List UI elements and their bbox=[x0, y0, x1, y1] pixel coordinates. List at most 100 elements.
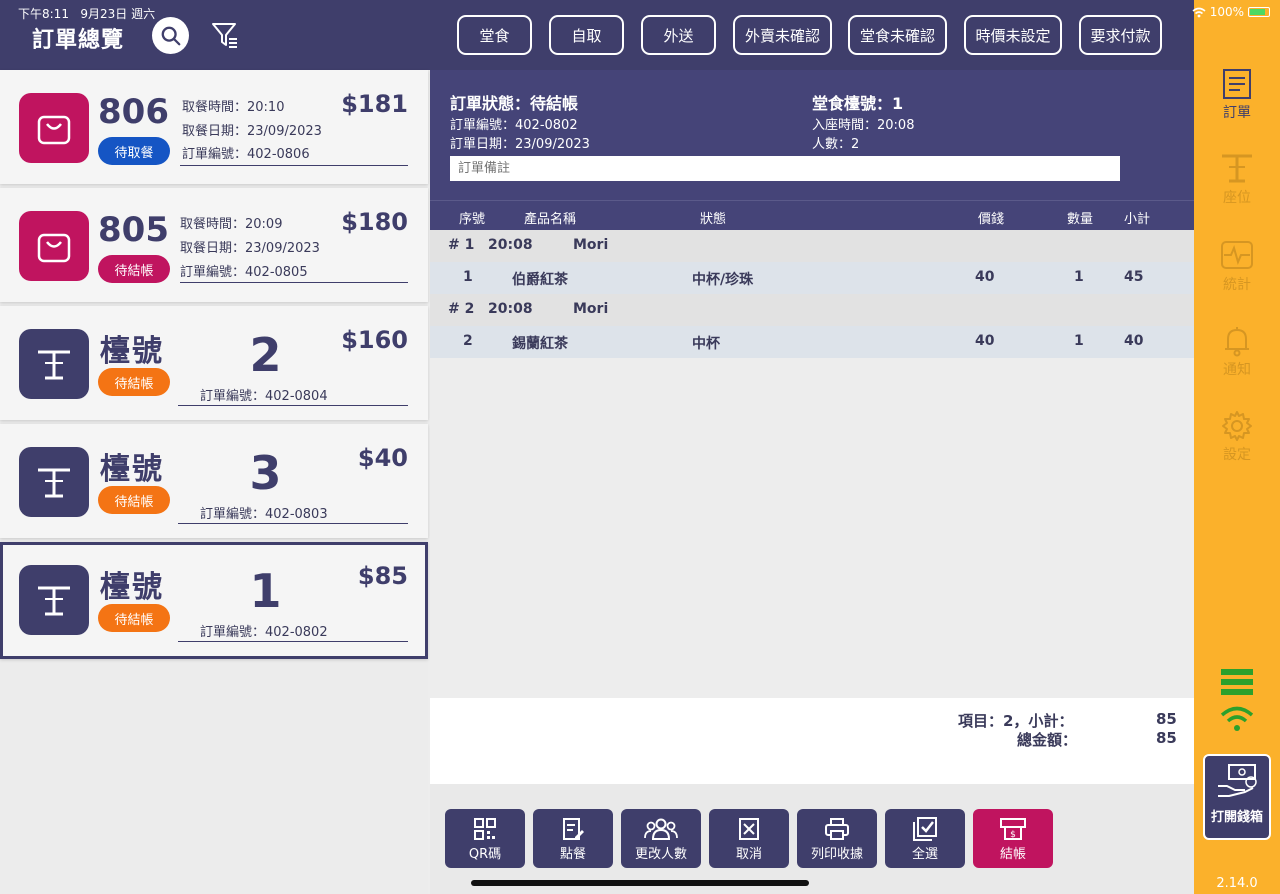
nav-seats-label: 座位 bbox=[1223, 190, 1251, 206]
pickup-date: 取餐日期：23/09/2023 bbox=[180, 241, 320, 256]
pickup-date: 取餐日期：23/09/2023 bbox=[182, 124, 322, 139]
people-icon bbox=[644, 818, 678, 840]
group-time: 20:08 bbox=[488, 301, 533, 317]
search-icon bbox=[161, 26, 180, 45]
order-amount: $181 bbox=[341, 90, 408, 118]
table-icon bbox=[19, 447, 89, 517]
status-badge: 待結帳 bbox=[98, 604, 170, 632]
divider bbox=[178, 405, 408, 406]
nav-settings[interactable]: 設定 bbox=[1194, 410, 1280, 464]
checkout-button[interactable]: $ 結帳 bbox=[973, 809, 1053, 868]
filter-dine-in-button[interactable]: 堂食 bbox=[457, 15, 532, 55]
change-people-label: 更改人數 bbox=[634, 847, 687, 862]
order-list: 806 待取餐 取餐時間：20:10 取餐日期：23/09/2023 訂單編號：… bbox=[0, 70, 428, 894]
status-indicators: 100% bbox=[1192, 5, 1270, 19]
nav-stats[interactable]: 統計 bbox=[1194, 240, 1280, 294]
checkout-register-icon: $ bbox=[1000, 818, 1026, 840]
nav-orders[interactable]: 訂單 bbox=[1194, 68, 1280, 122]
order-note-input[interactable] bbox=[450, 156, 1120, 181]
print-receipt-button[interactable]: 列印收據 bbox=[797, 809, 877, 868]
subtotal-value: 85 bbox=[1156, 710, 1177, 728]
group-staff: Mori bbox=[573, 301, 609, 317]
order-card-table-1[interactable]: 檯號 待結帳 1 訂單編號：402-0802 $85 bbox=[0, 542, 428, 659]
item-seq: 2 bbox=[463, 333, 473, 349]
order-id: 訂單編號：402-0804 bbox=[200, 389, 328, 404]
col-status: 狀態 bbox=[700, 212, 727, 227]
nav-seats[interactable]: 座位 bbox=[1194, 153, 1280, 207]
order-detail-header: 訂單狀態：待結帳 訂單編號：402-0802 訂單日期：23/09/2023 堂… bbox=[430, 70, 1194, 200]
order-id: 訂單編號：402-0806 bbox=[182, 147, 310, 162]
battery-text: 100% bbox=[1209, 5, 1244, 19]
wifi-connection-icon bbox=[1220, 706, 1254, 731]
filter-pickup-button[interactable]: 自取 bbox=[549, 15, 624, 55]
status-badge: 待結帳 bbox=[98, 486, 170, 514]
order-amount: $160 bbox=[341, 326, 408, 354]
nav-stats-label: 統計 bbox=[1223, 277, 1251, 293]
item-subtotal: 45 bbox=[1124, 269, 1144, 285]
col-qty: 數量 bbox=[1067, 212, 1094, 227]
printer-icon bbox=[825, 818, 849, 840]
order-card-table-2[interactable]: 檯號 待結帳 2 訂單編號：402-0804 $160 bbox=[0, 306, 428, 420]
filter-dinein-unconfirmed-button[interactable]: 堂食未確認 bbox=[848, 15, 947, 55]
order-card-table-3[interactable]: 檯號 待結帳 3 訂單編號：402-0803 $40 bbox=[0, 424, 428, 538]
col-seq: 序號 bbox=[459, 212, 486, 227]
filter-takeout-unconfirmed-button[interactable]: 外賣未確認 bbox=[733, 15, 832, 55]
order-amount: $85 bbox=[357, 562, 408, 590]
order-food-button[interactable]: 點餐 bbox=[533, 809, 613, 868]
col-subtotal: 小計 bbox=[1124, 212, 1151, 227]
order-card-806[interactable]: 806 待取餐 取餐時間：20:10 取餐日期：23/09/2023 訂單編號：… bbox=[0, 70, 428, 184]
status-time: 下午8:11 9月23日 週六 bbox=[18, 5, 155, 22]
table-number: 2 bbox=[249, 328, 282, 382]
order-group-row: # 1 20:08 Mori bbox=[430, 230, 1194, 262]
qr-code-button[interactable]: QR碼 bbox=[445, 809, 525, 868]
order-number: 805 bbox=[98, 210, 169, 250]
item-price: 40 bbox=[975, 269, 995, 285]
order-card-805[interactable]: 805 待結帳 取餐時間：20:09 取餐日期：23/09/2023 訂單編號：… bbox=[0, 188, 428, 302]
detail-table-number: 堂食檯號：1 bbox=[812, 94, 904, 113]
home-indicator[interactable] bbox=[471, 880, 809, 886]
cancel-order-button[interactable]: 取消 bbox=[709, 809, 789, 868]
pickup-time: 取餐時間：20:09 bbox=[180, 217, 283, 232]
table-icon bbox=[19, 565, 89, 635]
table-icon bbox=[19, 329, 89, 399]
detail-people-count: 人數：2 bbox=[812, 137, 860, 152]
filter-button[interactable] bbox=[210, 20, 240, 50]
nav-notifications[interactable]: 通知 bbox=[1194, 325, 1280, 379]
select-all-label: 全選 bbox=[911, 847, 938, 862]
qr-code-label: QR碼 bbox=[468, 847, 502, 862]
table-number: 3 bbox=[249, 446, 282, 500]
item-seq: 1 bbox=[463, 269, 473, 285]
item-subtotal: 40 bbox=[1124, 333, 1144, 349]
svg-text:$: $ bbox=[1010, 830, 1016, 840]
divider bbox=[180, 165, 408, 166]
items-subtotal-label: 項目：2，小計： bbox=[958, 712, 1074, 730]
order-item-row[interactable]: 2 錫蘭紅茶 中杯 40 1 40 bbox=[430, 326, 1194, 358]
order-id: 訂單編號：402-0805 bbox=[180, 265, 308, 280]
qr-code-icon bbox=[474, 818, 496, 840]
app-version: 2.14.0 bbox=[1216, 876, 1258, 891]
table-label: 檯號 bbox=[100, 570, 164, 605]
item-price: 40 bbox=[975, 333, 995, 349]
search-button[interactable] bbox=[152, 17, 189, 54]
wifi-status-icon bbox=[1192, 7, 1206, 17]
gear-icon bbox=[1222, 411, 1252, 441]
filter-price-unset-button[interactable]: 時價未設定 bbox=[964, 15, 1062, 55]
change-people-button[interactable]: 更改人數 bbox=[621, 809, 701, 868]
status-time-text: 下午8:11 bbox=[18, 7, 69, 21]
server-status-icon bbox=[1221, 669, 1253, 695]
select-all-icon bbox=[913, 817, 937, 841]
order-item-row[interactable]: 1 伯爵紅茶 中杯/珍珠 40 1 45 bbox=[430, 262, 1194, 294]
orders-icon bbox=[1223, 69, 1251, 99]
filter-request-payment-button[interactable]: 要求付款 bbox=[1079, 15, 1162, 55]
select-all-button[interactable]: 全選 bbox=[885, 809, 965, 868]
open-cash-drawer-button[interactable]: 打開錢箱 bbox=[1203, 754, 1271, 840]
group-time: 20:08 bbox=[488, 237, 533, 253]
filter-delivery-button[interactable]: 外送 bbox=[641, 15, 716, 55]
divider bbox=[178, 523, 408, 524]
items-empty-area bbox=[430, 358, 1194, 698]
divider bbox=[178, 641, 408, 642]
item-qty: 1 bbox=[1074, 333, 1084, 349]
cancel-order-label: 取消 bbox=[735, 847, 762, 862]
status-badge: 待結帳 bbox=[98, 368, 170, 396]
order-group-row: # 2 20:08 Mori bbox=[430, 294, 1194, 326]
